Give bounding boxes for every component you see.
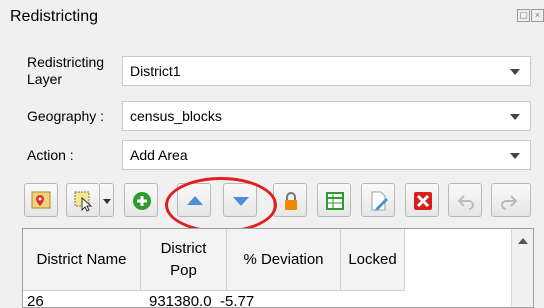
panel-window-buttons: ▢ ×	[517, 9, 544, 22]
header-district-pop-line2: Pop	[170, 261, 197, 279]
close-panel-icon[interactable]: ×	[531, 9, 544, 22]
table-button[interactable]	[317, 183, 351, 217]
select-features-icon	[74, 191, 93, 212]
geography-value: census_blocks	[130, 108, 222, 124]
layer-label: Redistricting Layer	[27, 54, 104, 88]
add-district-icon	[133, 192, 151, 210]
move-down-button[interactable]	[223, 183, 257, 217]
edit-document-button[interactable]	[361, 183, 395, 217]
action-value: Add Area	[130, 147, 188, 163]
layer-label-line1: Redistricting	[27, 54, 105, 70]
undo-icon	[457, 195, 474, 210]
layer-value: District1	[130, 63, 181, 79]
chevron-down-icon	[510, 114, 520, 120]
panel-titlebar: Redistricting ▢ ×	[0, 0, 544, 40]
header-district-pop-line1: District	[160, 239, 207, 257]
header-district-pop[interactable]: District Pop	[141, 229, 227, 291]
chevron-down-icon	[510, 153, 520, 159]
select-dropdown-button[interactable]	[100, 183, 114, 217]
move-up-icon	[187, 196, 203, 205]
district-table[interactable]: District Name District Pop % Deviation L…	[22, 228, 534, 308]
chevron-down-icon	[510, 69, 520, 75]
panel-title: Redistricting	[10, 8, 99, 25]
table-icon	[326, 192, 344, 210]
header-district-name[interactable]: District Name	[23, 229, 141, 291]
header-deviation[interactable]: % Deviation	[227, 229, 341, 291]
action-label: Action :	[27, 147, 74, 163]
delete-button[interactable]	[405, 183, 439, 217]
header-locked[interactable]: Locked	[341, 229, 405, 291]
lock-button[interactable]	[273, 183, 307, 217]
table-scrollbar[interactable]	[511, 229, 533, 307]
cell-district-name: 26	[27, 293, 44, 308]
move-down-icon	[233, 197, 249, 206]
edit-document-icon	[371, 191, 388, 211]
action-combobox[interactable]: Add Area	[122, 140, 531, 170]
scroll-up-icon[interactable]	[518, 238, 528, 244]
undo-button[interactable]	[448, 183, 482, 217]
add-district-button[interactable]	[124, 183, 158, 217]
layer-label-line2: Layer	[27, 71, 63, 87]
select-features-button[interactable]	[66, 183, 100, 217]
geography-label: Geography :	[27, 108, 105, 124]
delete-icon	[414, 192, 432, 210]
cell-district-pop: 931380.0	[149, 293, 212, 308]
redo-icon	[501, 195, 518, 210]
lock-icon	[285, 192, 297, 210]
layer-combobox[interactable]: District1	[122, 56, 531, 86]
geography-combobox[interactable]: census_blocks	[122, 101, 531, 131]
map-pin-icon	[31, 191, 51, 209]
float-panel-icon[interactable]: ▢	[517, 9, 530, 22]
cell-deviation: -5.77	[220, 293, 255, 308]
redo-button[interactable]	[491, 183, 531, 217]
map-pin-button[interactable]	[24, 183, 58, 217]
move-up-button[interactable]	[177, 183, 211, 217]
